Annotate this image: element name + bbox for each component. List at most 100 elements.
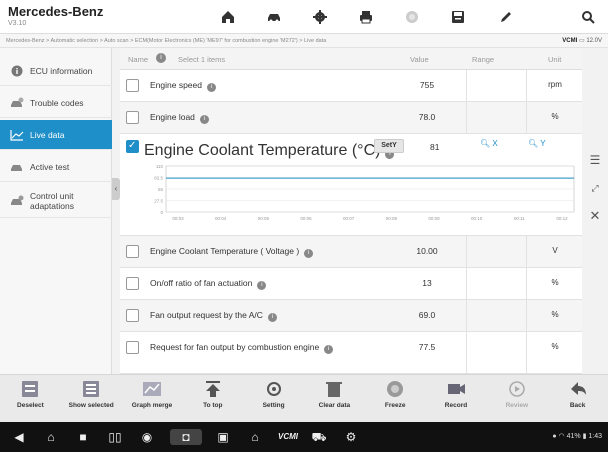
help-icon [406, 11, 418, 23]
chevron-left-icon: ‹ [114, 184, 118, 193]
location-icon: ● [552, 433, 557, 440]
battery-level: 41% [566, 433, 581, 440]
close-icon: ✕ [589, 208, 601, 223]
info-icon[interactable]: i [207, 83, 216, 92]
table-row[interactable]: Request for fan output by combustion eng… [120, 332, 582, 374]
toolbar-label: Clear data [318, 402, 351, 409]
row-checkbox[interactable] [126, 111, 139, 124]
home-icon [222, 11, 234, 23]
header-unit: Unit [548, 55, 562, 64]
info-icon[interactable]: i [324, 345, 334, 354]
sidebar-item-label: ECU information [30, 65, 93, 76]
car-error-icon [10, 96, 24, 110]
deselect-button[interactable]: Deselect [2, 379, 58, 421]
table-row[interactable]: On/off ratio of fan actuation i 13 % [120, 268, 582, 300]
row-checkbox[interactable] [126, 79, 139, 92]
header-value: Value [410, 55, 429, 64]
zoom-in-icon: 🔍︎ [528, 139, 539, 148]
row-name: Engine Coolant Temperature (°C) i [144, 142, 395, 160]
coolant-temp-graph[interactable]: 110 82.5 55 27.5 0 00:03 00:04 00:05 00:06 00:07 0… [138, 164, 578, 226]
graph-merge-button[interactable]: Graph merge [124, 379, 180, 421]
toolbar-label: Review [505, 402, 528, 409]
clear-data-button[interactable]: Clear data [306, 379, 362, 421]
x-tick-label: 00:05 [258, 216, 270, 221]
table-row[interactable]: Engine Coolant Temperature ( Voltage ) i … [120, 236, 582, 268]
sidebar-collapse-handle[interactable]: ‹ [112, 178, 120, 200]
recents-nav-button[interactable]: ■ [74, 429, 92, 445]
info-icon[interactable]: i [199, 115, 209, 124]
table-row[interactable]: Engine speed i 755 rpm [120, 70, 582, 102]
to-top-button[interactable]: To top [185, 379, 241, 421]
sidebar-item-live-data[interactable]: Live data [0, 120, 112, 150]
graph-merge-icon [141, 379, 163, 399]
row-checkbox[interactable] [126, 309, 139, 322]
breadcrumb: Mercedes-Benz > Automatic selection > Au… [6, 38, 327, 44]
app-version: V3.10 [8, 20, 27, 27]
row-unit: % [551, 278, 559, 287]
toolbar-label: Freeze [384, 402, 406, 409]
info-icon[interactable]: i [304, 249, 314, 258]
show-selected-button[interactable]: Show selected [63, 379, 119, 421]
freeze-icon [384, 379, 406, 399]
zoom-x-button[interactable]: 🔍︎ X [480, 139, 526, 153]
row-checkbox[interactable] [126, 245, 139, 258]
set-y-button[interactable]: SetY [374, 139, 404, 153]
info-icon[interactable]: i [257, 281, 267, 290]
save-button[interactable] [446, 5, 470, 29]
y-tick-label: 110 [156, 164, 164, 169]
show-selected-icon [80, 379, 102, 399]
record-button[interactable]: Record [428, 379, 484, 421]
menu-button[interactable]: ☰ [585, 150, 605, 170]
vci-status: VCMI ▭ 12.0V [562, 34, 602, 47]
table-row[interactable]: Fan output request by the A/C i 69.0 % [120, 300, 582, 332]
x-tick-label: 00:07 [343, 216, 355, 221]
browser-button[interactable]: ◉ [138, 429, 156, 445]
edit-button[interactable] [494, 5, 518, 29]
battery-small-icon: ▭ [578, 38, 585, 44]
freeze-button[interactable]: Freeze [367, 379, 423, 421]
gear-icon [313, 10, 327, 24]
deselect-icon [19, 379, 41, 399]
vehicle-swap-button[interactable] [262, 5, 286, 29]
sidebar-item-control-unit-adaptations[interactable]: Control unit adaptations [0, 184, 112, 218]
vcmi-button[interactable]: VCMI [274, 429, 302, 445]
review-button[interactable]: Review [489, 379, 545, 421]
sidebar-item-ecu-information[interactable]: ECU information [0, 56, 112, 86]
zoom-y-button[interactable]: 🔍︎ Y [528, 139, 574, 153]
sidebar-item-active-test[interactable]: Active test [0, 152, 112, 182]
toolbar-label: Back [569, 402, 586, 409]
row-checkbox-checked[interactable] [126, 140, 139, 153]
split-screen-button[interactable]: ▯▯ [106, 429, 124, 445]
fullscreen-button[interactable]: ⤢ [585, 178, 605, 198]
back-nav-button[interactable]: ◀ [10, 429, 28, 445]
table-row[interactable]: Engine load i 78.0 % [120, 102, 582, 134]
car-icon: ⛟ [311, 430, 327, 444]
select-info-icon[interactable]: i [156, 53, 166, 63]
info-icon[interactable]: i [267, 313, 277, 322]
home-button[interactable] [216, 5, 240, 29]
back-button[interactable]: Back [550, 379, 606, 421]
brand: Mercedes-Benz V3.10 [8, 4, 103, 28]
diag-home-button[interactable]: ⌂ [246, 429, 264, 445]
table-row-expanded-graph[interactable]: Engine Coolant Temperature (°C)i SetY 81… [120, 134, 582, 236]
search-button[interactable] [576, 5, 600, 29]
close-graph-button[interactable]: ✕ [585, 206, 605, 226]
camera-icon: ◘ [182, 430, 190, 444]
row-value: 77.5 [418, 342, 436, 352]
shortcut-button[interactable]: ⚙ [342, 429, 360, 445]
screenshot-button[interactable]: ◘ [170, 429, 202, 445]
help-button[interactable] [400, 5, 424, 29]
dock-button[interactable]: ▣ [214, 429, 232, 445]
home-nav-button[interactable]: ⌂ [42, 429, 60, 445]
print-button[interactable] [354, 5, 378, 29]
car-service-button[interactable]: ⛟ [310, 429, 328, 445]
breadcrumb-bar: Mercedes-Benz > Automatic selection > Au… [0, 34, 608, 48]
settings-button[interactable] [308, 5, 332, 29]
row-value: 69.0 [418, 310, 436, 320]
setting-button[interactable]: Setting [246, 379, 302, 421]
sidebar-item-trouble-codes[interactable]: Trouble codes [0, 88, 112, 118]
row-name: Fan output request by the A/C i [150, 310, 277, 322]
x-tick-label: 00:09 [428, 216, 440, 221]
row-checkbox[interactable] [126, 341, 139, 354]
row-checkbox[interactable] [126, 277, 139, 290]
